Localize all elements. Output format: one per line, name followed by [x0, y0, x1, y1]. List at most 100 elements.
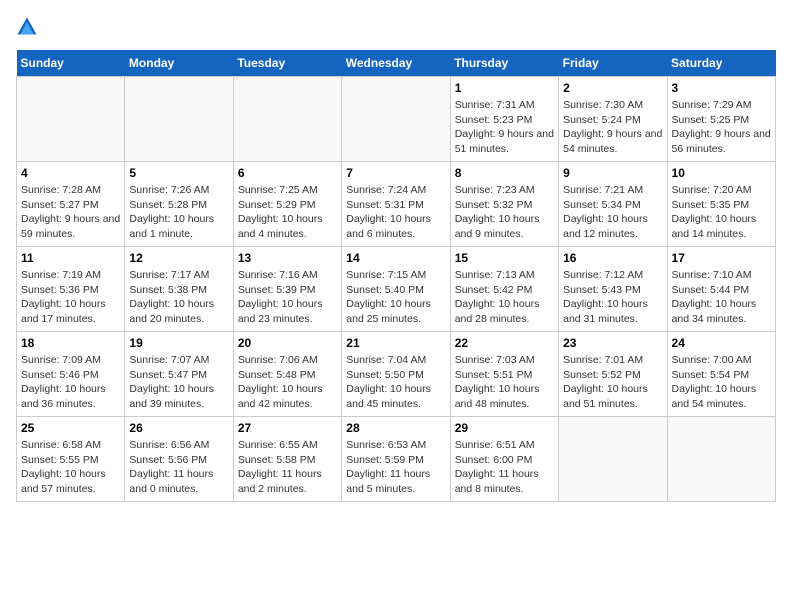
day-number: 11 [21, 251, 120, 265]
logo-icon [16, 16, 38, 38]
day-of-week-header: Friday [559, 50, 667, 77]
calendar-cell: 25 Sunrise: 6:58 AM Sunset: 5:55 PM Dayli… [17, 417, 125, 502]
calendar-cell: 29Sunrise: 6:51 AM Sunset: 6:00 PM Dayli… [450, 417, 558, 502]
day-number: 12 [129, 251, 228, 265]
calendar-cell: 17 Sunrise: 7:10 AM Sunset: 5:44 PM Dayli… [667, 247, 775, 332]
day-info: Sunrise: 7:24 AM Sunset: 5:31 PM Dayligh… [346, 183, 445, 242]
calendar-week-row: 11 Sunrise: 7:19 AM Sunset: 5:36 PM Dayli… [17, 247, 776, 332]
day-info: Sunrise: 7:10 AM Sunset: 5:44 PM Dayligh… [672, 268, 771, 327]
day-info: Sunrise: 7:28 AM Sunset: 5:27 PM Dayligh… [21, 183, 120, 242]
day-of-week-header: Wednesday [342, 50, 450, 77]
day-number: 27 [238, 421, 337, 435]
day-number: 5 [129, 166, 228, 180]
day-info: Sunrise: 7:30 AM Sunset: 5:24 PM Dayligh… [563, 98, 662, 157]
day-number: 15 [455, 251, 554, 265]
calendar-cell: 10Sunrise: 7:20 AM Sunset: 5:35 PM Dayli… [667, 162, 775, 247]
day-info: Sunrise: 7:12 AM Sunset: 5:43 PM Dayligh… [563, 268, 662, 327]
day-number: 16 [563, 251, 662, 265]
calendar-cell: 2 Sunrise: 7:30 AM Sunset: 5:24 PM Daylig… [559, 77, 667, 162]
day-info: Sunrise: 6:51 AM Sunset: 6:00 PM Dayligh… [455, 438, 554, 497]
day-info: Sunrise: 7:21 AM Sunset: 5:34 PM Dayligh… [563, 183, 662, 242]
day-number: 26 [129, 421, 228, 435]
calendar-cell: 21Sunrise: 7:04 AM Sunset: 5:50 PM Dayli… [342, 332, 450, 417]
day-of-week-header: Sunday [17, 50, 125, 77]
day-info: Sunrise: 7:19 AM Sunset: 5:36 PM Dayligh… [21, 268, 120, 327]
day-number: 18 [21, 336, 120, 350]
header-row: SundayMondayTuesdayWednesdayThursdayFrid… [17, 50, 776, 77]
calendar-cell: 7 Sunrise: 7:24 AM Sunset: 5:31 PM Daylig… [342, 162, 450, 247]
day-info: Sunrise: 7:07 AM Sunset: 5:47 PM Dayligh… [129, 353, 228, 412]
calendar-cell: 20 Sunrise: 7:06 AM Sunset: 5:48 PM Dayli… [233, 332, 341, 417]
logo [16, 16, 42, 38]
calendar-cell: 22Sunrise: 7:03 AM Sunset: 5:51 PM Dayli… [450, 332, 558, 417]
calendar-cell: 4 Sunrise: 7:28 AM Sunset: 5:27 PM Daylig… [17, 162, 125, 247]
calendar-week-row: 18 Sunrise: 7:09 AM Sunset: 5:46 PM Dayli… [17, 332, 776, 417]
day-info: Sunrise: 7:29 AM Sunset: 5:25 PM Dayligh… [672, 98, 771, 157]
calendar-cell: 14 Sunrise: 7:15 AM Sunset: 5:40 PM Dayli… [342, 247, 450, 332]
day-info: Sunrise: 6:56 AM Sunset: 5:56 PM Dayligh… [129, 438, 228, 497]
day-of-week-header: Thursday [450, 50, 558, 77]
day-info: Sunrise: 6:53 AM Sunset: 5:59 PM Dayligh… [346, 438, 445, 497]
day-info: Sunrise: 6:58 AM Sunset: 5:55 PM Dayligh… [21, 438, 120, 497]
calendar-cell [233, 77, 341, 162]
day-info: Sunrise: 7:23 AM Sunset: 5:32 PM Dayligh… [455, 183, 554, 242]
calendar-cell [17, 77, 125, 162]
day-info: Sunrise: 7:20 AM Sunset: 5:35 PM Dayligh… [672, 183, 771, 242]
calendar-cell: 27Sunrise: 6:55 AM Sunset: 5:58 PM Dayli… [233, 417, 341, 502]
day-number: 24 [672, 336, 771, 350]
day-number: 20 [238, 336, 337, 350]
calendar-cell: 15 Sunrise: 7:13 AM Sunset: 5:42 PM Dayli… [450, 247, 558, 332]
day-number: 17 [672, 251, 771, 265]
calendar-cell: 16 Sunrise: 7:12 AM Sunset: 5:43 PM Dayli… [559, 247, 667, 332]
day-info: Sunrise: 7:03 AM Sunset: 5:51 PM Dayligh… [455, 353, 554, 412]
day-number: 28 [346, 421, 445, 435]
calendar-cell: 3 Sunrise: 7:29 AM Sunset: 5:25 PM Daylig… [667, 77, 775, 162]
day-number: 19 [129, 336, 228, 350]
day-info: Sunrise: 7:15 AM Sunset: 5:40 PM Dayligh… [346, 268, 445, 327]
calendar-cell: 19 Sunrise: 7:07 AM Sunset: 5:47 PM Dayli… [125, 332, 233, 417]
day-info: Sunrise: 7:09 AM Sunset: 5:46 PM Dayligh… [21, 353, 120, 412]
day-info: Sunrise: 7:16 AM Sunset: 5:39 PM Dayligh… [238, 268, 337, 327]
calendar-cell [125, 77, 233, 162]
calendar-cell [559, 417, 667, 502]
day-number: 1 [455, 81, 554, 95]
calendar-cell: 18 Sunrise: 7:09 AM Sunset: 5:46 PM Dayli… [17, 332, 125, 417]
calendar-cell: 26 Sunrise: 6:56 AM Sunset: 5:56 PM Dayli… [125, 417, 233, 502]
header [16, 16, 776, 38]
day-number: 8 [455, 166, 554, 180]
calendar-week-row: 25 Sunrise: 6:58 AM Sunset: 5:55 PM Dayli… [17, 417, 776, 502]
day-number: 23 [563, 336, 662, 350]
calendar-cell: 23 Sunrise: 7:01 AM Sunset: 5:52 PM Dayli… [559, 332, 667, 417]
day-info: Sunrise: 7:26 AM Sunset: 5:28 PM Dayligh… [129, 183, 228, 242]
calendar-cell: 11 Sunrise: 7:19 AM Sunset: 5:36 PM Dayli… [17, 247, 125, 332]
day-number: 7 [346, 166, 445, 180]
calendar-cell: 13 Sunrise: 7:16 AM Sunset: 5:39 PM Dayli… [233, 247, 341, 332]
calendar-cell: 8 Sunrise: 7:23 AM Sunset: 5:32 PM Daylig… [450, 162, 558, 247]
day-number: 14 [346, 251, 445, 265]
calendar-table: SundayMondayTuesdayWednesdayThursdayFrid… [16, 50, 776, 502]
day-of-week-header: Saturday [667, 50, 775, 77]
day-number: 13 [238, 251, 337, 265]
day-info: Sunrise: 7:25 AM Sunset: 5:29 PM Dayligh… [238, 183, 337, 242]
day-info: Sunrise: 7:31 AM Sunset: 5:23 PM Dayligh… [455, 98, 554, 157]
day-number: 25 [21, 421, 120, 435]
calendar-cell [342, 77, 450, 162]
calendar-cell: 24 Sunrise: 7:00 AM Sunset: 5:54 PM Dayli… [667, 332, 775, 417]
calendar-cell: 9 Sunrise: 7:21 AM Sunset: 5:34 PM Daylig… [559, 162, 667, 247]
day-number: 4 [21, 166, 120, 180]
day-number: 3 [672, 81, 771, 95]
calendar-week-row: 4 Sunrise: 7:28 AM Sunset: 5:27 PM Daylig… [17, 162, 776, 247]
day-of-week-header: Tuesday [233, 50, 341, 77]
day-number: 9 [563, 166, 662, 180]
calendar-cell: 5 Sunrise: 7:26 AM Sunset: 5:28 PM Daylig… [125, 162, 233, 247]
day-number: 6 [238, 166, 337, 180]
calendar-cell: 1 Sunrise: 7:31 AM Sunset: 5:23 PM Daylig… [450, 77, 558, 162]
day-info: Sunrise: 7:00 AM Sunset: 5:54 PM Dayligh… [672, 353, 771, 412]
day-info: Sunrise: 7:17 AM Sunset: 5:38 PM Dayligh… [129, 268, 228, 327]
day-info: Sunrise: 7:01 AM Sunset: 5:52 PM Dayligh… [563, 353, 662, 412]
day-info: Sunrise: 7:06 AM Sunset: 5:48 PM Dayligh… [238, 353, 337, 412]
calendar-cell: 28 Sunrise: 6:53 AM Sunset: 5:59 PM Dayli… [342, 417, 450, 502]
day-number: 21 [346, 336, 445, 350]
day-number: 2 [563, 81, 662, 95]
day-info: Sunrise: 7:13 AM Sunset: 5:42 PM Dayligh… [455, 268, 554, 327]
